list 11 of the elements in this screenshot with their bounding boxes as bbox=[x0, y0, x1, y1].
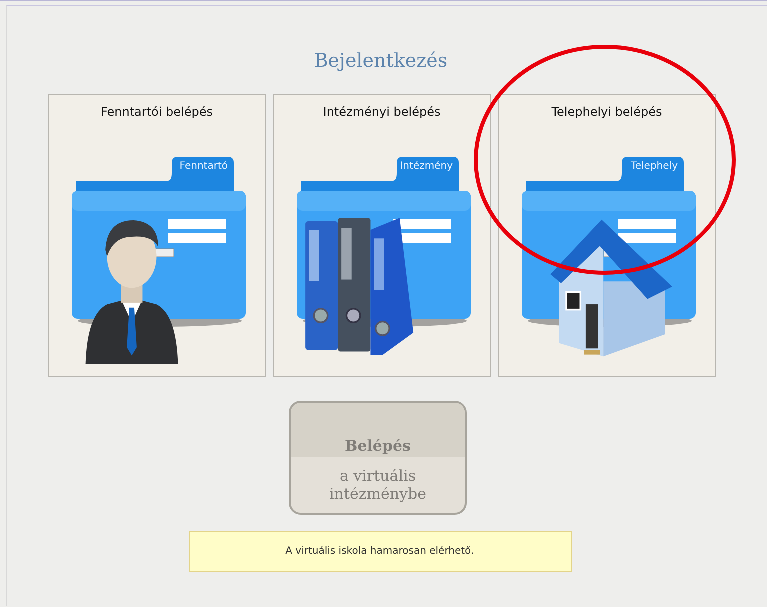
card-title: Telephelyi belépés bbox=[552, 105, 662, 119]
login-card[interactable]: Telephelyi belépés Telephely bbox=[498, 94, 716, 377]
folder-tab-label: Intézmény bbox=[400, 161, 453, 172]
login-card[interactable]: Fenntartói belépés Fenntartó bbox=[48, 94, 266, 377]
notice-message: A virtuális iskola hamarosan elérhető. bbox=[188, 531, 572, 572]
login-card[interactable]: Intézményi belépés Intézmény bbox=[273, 94, 491, 377]
page-title: Bejelentkezés bbox=[314, 50, 448, 72]
card-title: Intézményi belépés bbox=[323, 105, 441, 119]
folder-tab-label: Fenntartó bbox=[180, 161, 228, 172]
card-title: Fenntartói belépés bbox=[101, 105, 213, 119]
folder-tab-label: Telephely bbox=[630, 161, 678, 172]
